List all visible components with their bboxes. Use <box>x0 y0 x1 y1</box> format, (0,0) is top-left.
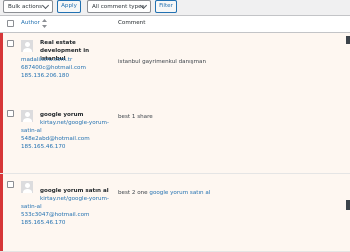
comment-text: best 2 one google yorum satın al <box>118 189 210 197</box>
table-row: google yorum kirtay.net/google-yorum- sa… <box>0 103 350 174</box>
comment-type-label: All comment types <box>92 4 145 10</box>
author-name: google yorum satın al <box>40 188 109 194</box>
filter-button[interactable]: Filter <box>155 0 177 13</box>
author-column-header[interactable]: Author <box>21 20 40 26</box>
author-email-link[interactable]: 687400c@hotmail.com <box>21 64 86 72</box>
row-edge <box>346 36 350 44</box>
author-name: google yorum <box>40 112 84 118</box>
avatar <box>21 110 33 122</box>
comment-type-select[interactable]: All comment types <box>87 0 151 13</box>
avatar <box>21 181 33 193</box>
author-website-link[interactable]: kirtay.net/google-yorum- <box>40 119 109 127</box>
bulk-actions-select[interactable]: Bulk actions <box>3 0 53 13</box>
sort-icon[interactable] <box>42 19 47 28</box>
comment-text: istanbul gayrimenkul danışman <box>118 59 207 65</box>
author-email-link[interactable]: 548e2abd@hotmail.com <box>21 135 90 143</box>
row-edge <box>346 200 350 210</box>
apply-button[interactable]: Apply <box>57 0 81 13</box>
author-ip-link[interactable]: 185.136.206.180 <box>21 72 69 80</box>
author-ip-link[interactable]: 185.165.46.170 <box>21 219 65 227</box>
author-email-link[interactable]: 533c3047@hotmail.com <box>21 211 89 219</box>
row-checkbox[interactable] <box>7 40 14 47</box>
chevron-down-icon <box>41 1 50 10</box>
comment-prefix: best 2 one <box>118 190 150 196</box>
author-website-link-cont[interactable]: satin-al <box>21 127 42 135</box>
comment-column-header: Comment <box>118 20 146 26</box>
author-website-link-cont[interactable]: satin-al <box>21 203 42 211</box>
select-all-checkbox[interactable] <box>7 20 14 27</box>
bulk-actions-label: Bulk actions <box>8 4 43 10</box>
comment-text: best 1 share <box>118 114 153 120</box>
author-website-link[interactable]: kirtay.net/google-yorum- <box>40 195 109 203</box>
avatar <box>21 40 33 52</box>
comments-table: Author Comment Real estate development i… <box>0 15 350 252</box>
comment-link[interactable]: google yorum satın al <box>149 190 210 196</box>
row-checkbox[interactable] <box>7 181 14 188</box>
unapproved-indicator <box>0 103 3 173</box>
table-row: google yorum satın al kirtay.net/google-… <box>0 174 350 252</box>
tablenav-top: Bulk actions Apply All comment types Fil… <box>0 0 350 14</box>
row-checkbox[interactable] <box>7 110 14 117</box>
author-ip-link[interactable]: 185.165.46.170 <box>21 143 65 151</box>
table-header: Author Comment <box>0 16 350 33</box>
unapproved-indicator <box>0 174 3 251</box>
author-website-link[interactable]: madalikoru.com.tr <box>21 56 72 64</box>
